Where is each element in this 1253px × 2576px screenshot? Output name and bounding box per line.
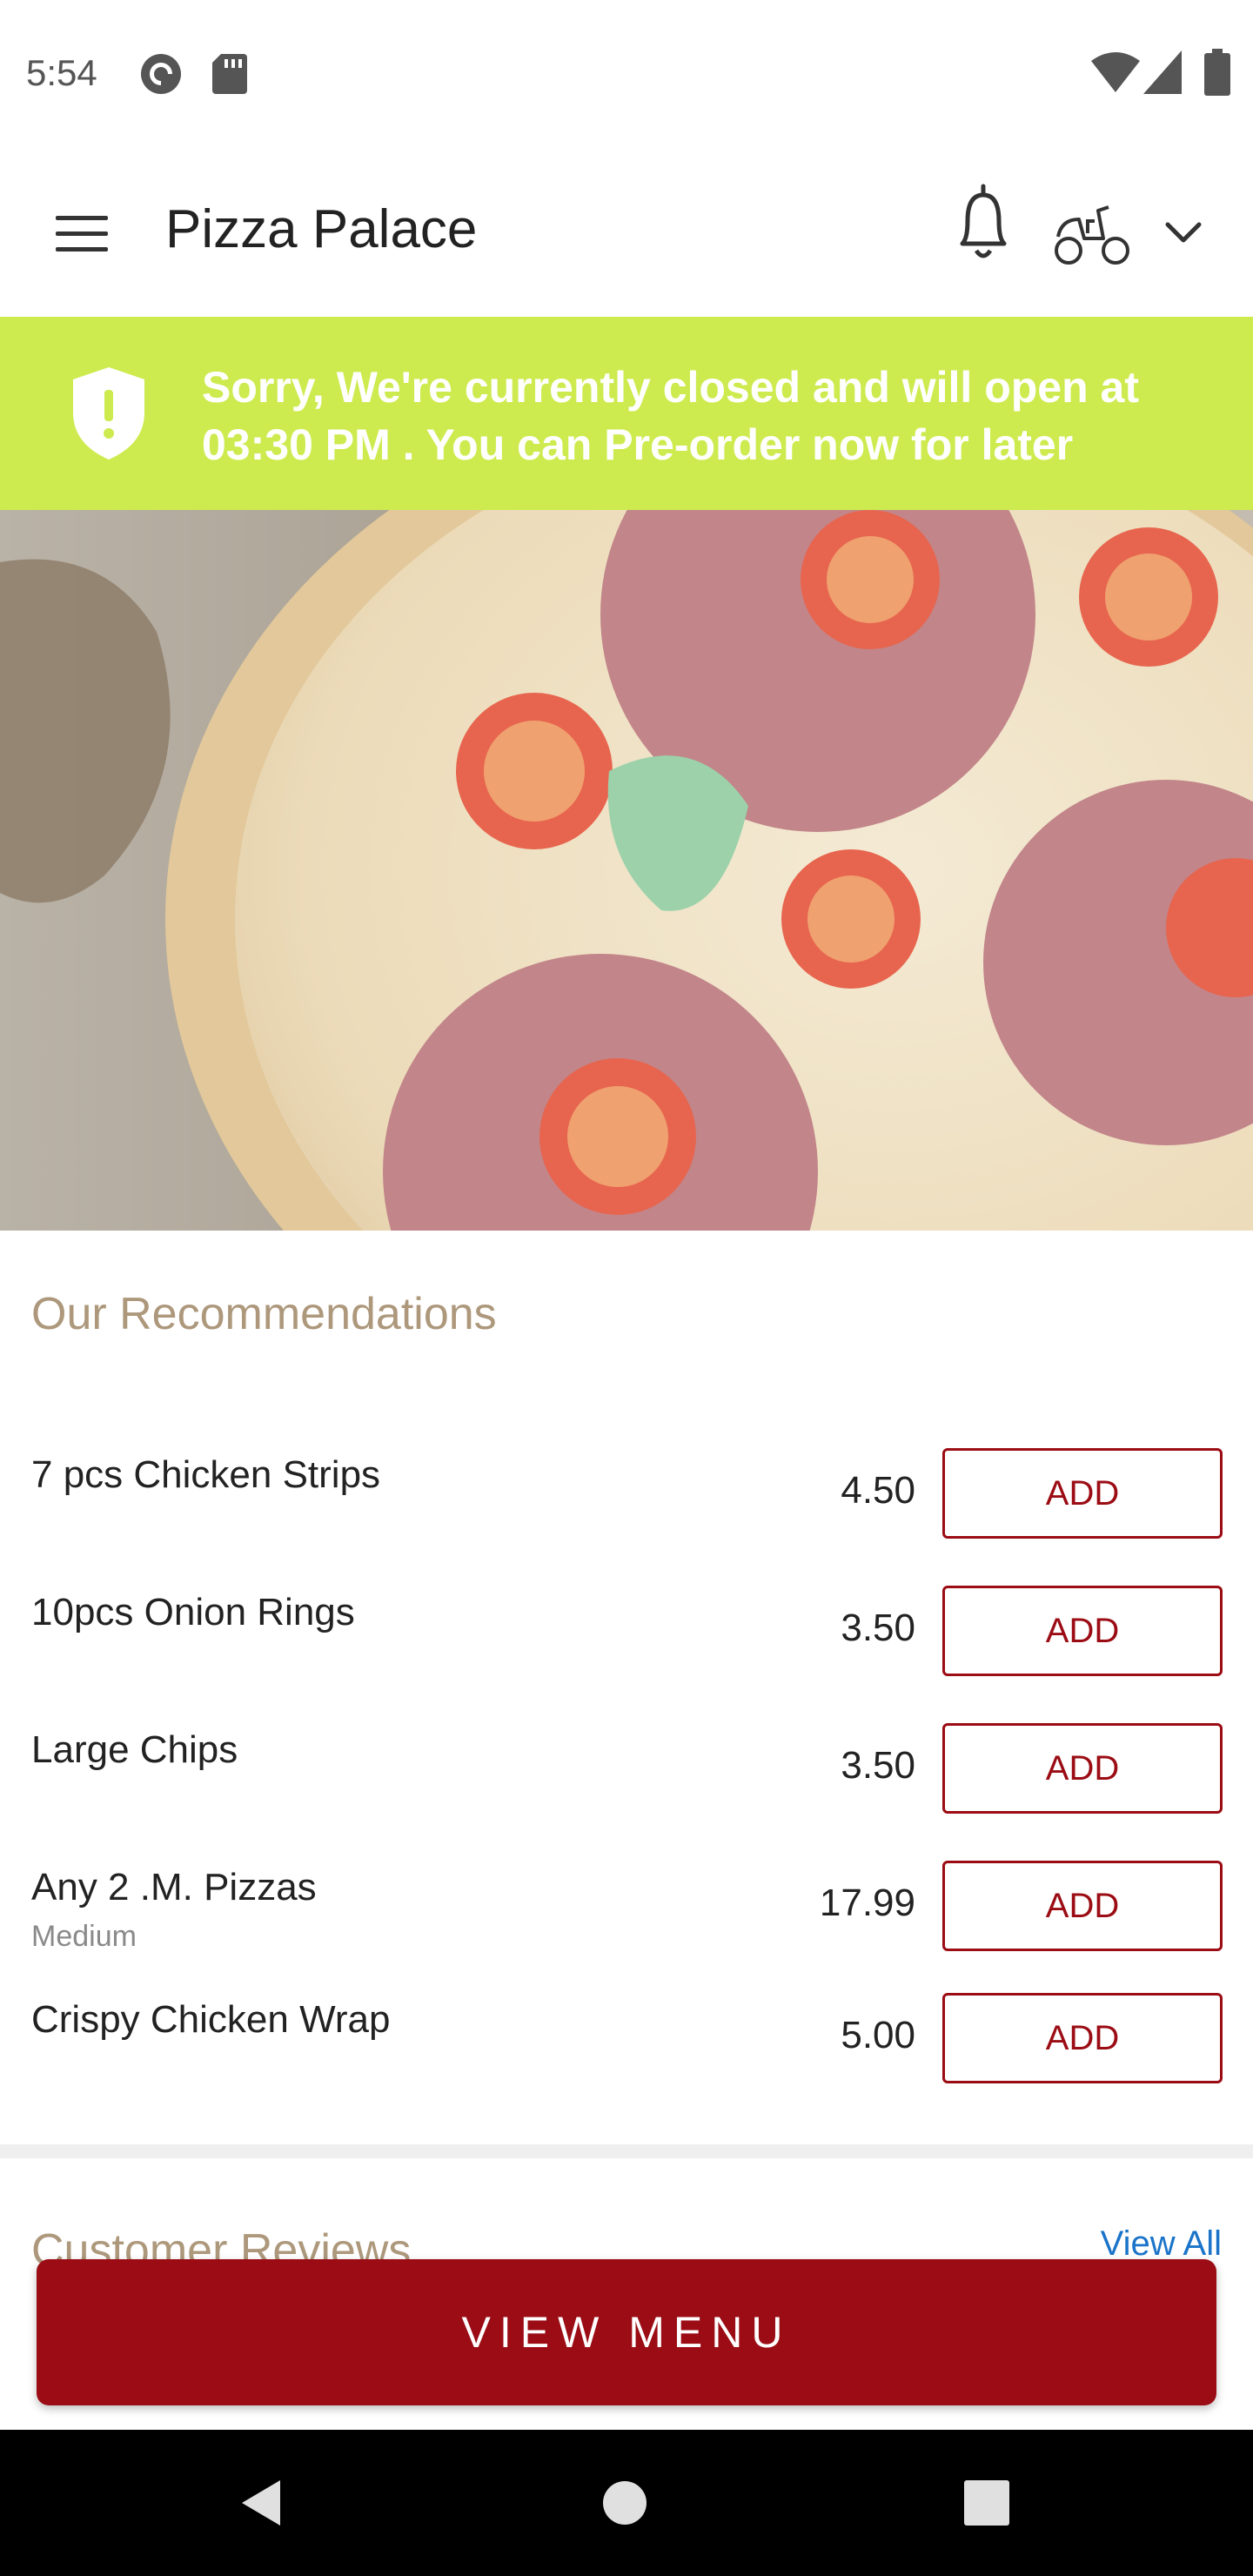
shield-alert-icon [73,367,144,460]
item-name: 10pcs Onion Rings [31,1591,355,1633]
closed-notice-text: Sorry, We're currently closed and will o… [202,363,1140,469]
navigation-bar [0,2430,1253,2576]
item-price: 5.00 [841,2014,915,2056]
status-bar: 5:54 [0,0,1253,153]
item-price: 3.50 [841,1607,915,1649]
view-menu-button[interactable]: VIEW MENU [37,2259,1216,2405]
recommendations-section: Our Recommendations 7 pcs Chicken Strips… [0,1231,1253,2144]
view-all-link[interactable]: View All [1101,2224,1222,2263]
home-icon[interactable] [602,2480,647,2526]
item-name: 7 pcs Chicken Strips [31,1453,381,1496]
list-item: Large Chips 3.50 ADD [0,1723,1253,1841]
item-price: 4.50 [841,1469,915,1512]
item-price: 3.50 [841,1744,915,1787]
add-button[interactable]: ADD [942,1448,1223,1539]
item-subtitle: Medium [31,1920,137,1953]
scooter-icon[interactable] [1053,198,1131,268]
chevron-down-icon[interactable] [1157,205,1209,258]
add-button[interactable]: ADD [942,1723,1223,1814]
pocket-casts-icon [141,54,181,94]
list-item: 7 pcs Chicken Strips 4.50 ADD [0,1448,1253,1566]
add-button[interactable]: ADD [942,1861,1223,1951]
list-item: 10pcs Onion Rings 3.50 ADD [0,1586,1253,1704]
battery-icon [1204,49,1230,96]
recommendations-title: Our Recommendations [31,1289,497,1339]
bell-icon[interactable] [950,181,1016,265]
item-name: Any 2 .M. Pizzas [31,1866,317,1909]
reviews-title: Customer Reviews [31,2225,412,2263]
back-icon[interactable] [235,2477,287,2529]
sd-card-icon [212,54,247,94]
closed-notice-banner: Sorry, We're currently closed and will o… [0,317,1253,510]
list-item: Crispy Chicken Wrap 5.00 ADD [0,1993,1253,2111]
section-divider [0,2144,1253,2158]
item-name: Large Chips [31,1728,238,1771]
hero-image [0,510,1253,1231]
item-price: 17.99 [819,1882,915,1924]
item-name: Crispy Chicken Wrap [31,1998,391,2041]
signal-icon [1143,50,1182,94]
app-bar: Pizza Palace [0,153,1253,317]
recents-icon[interactable] [964,2480,1009,2526]
wifi-icon [1091,52,1140,92]
add-button[interactable]: ADD [942,1993,1223,2083]
add-button[interactable]: ADD [942,1586,1223,1676]
hamburger-menu-icon[interactable] [49,202,115,268]
reviews-section: Customer Reviews View All [0,2158,1253,2263]
status-time: 5:54 [26,52,97,93]
page-title: Pizza Palace [165,199,478,259]
list-item: Any 2 .M. Pizzas Medium 17.99 ADD [0,1861,1253,1979]
